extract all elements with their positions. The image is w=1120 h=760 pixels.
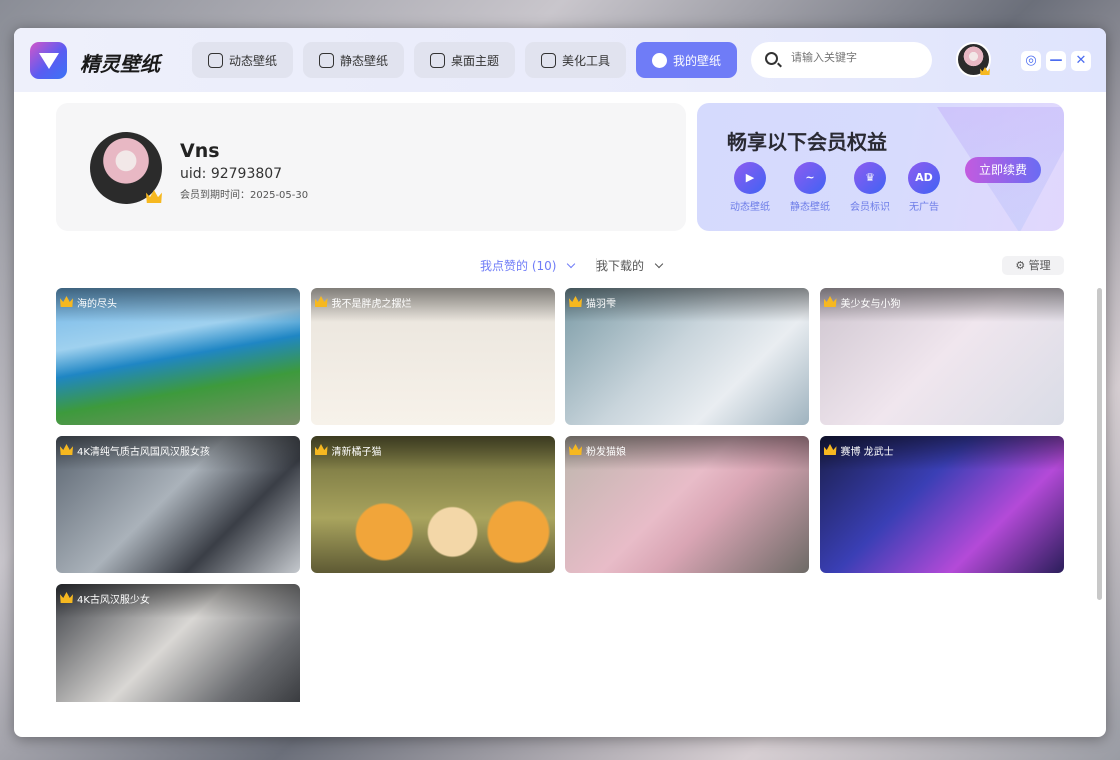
- perk-static: ~ 静态壁纸: [780, 162, 840, 213]
- renew-button[interactable]: 立即续费: [965, 157, 1041, 183]
- nav-label: 桌面主题: [450, 53, 499, 68]
- wallpaper-title: 猫羽雫: [586, 299, 616, 310]
- perk-label: 动态壁纸: [730, 202, 770, 213]
- wallpaper-card[interactable]: 4K清纯气质古风国风汉服女孩: [56, 436, 300, 573]
- smile-icon: [651, 52, 667, 68]
- tab-downloaded[interactable]: 我下载的: [596, 257, 664, 274]
- wallpaper-card[interactable]: 4K古风汉服少女: [56, 584, 300, 702]
- title-bar: 精灵壁纸 动态壁纸 静态壁纸 桌面主题 美化工具 我的壁纸 ◎ — ✕: [14, 28, 1106, 92]
- wallpaper-title-bar: 我不是胖虎之摆烂: [310, 288, 555, 322]
- close-button[interactable]: ✕: [1071, 51, 1091, 71]
- tab-label: 我下载的: [596, 259, 645, 273]
- no-ads-icon: AD: [908, 162, 940, 194]
- image-icon: [318, 52, 334, 68]
- wallpaper-title-bar: 美少女与小狗: [819, 288, 1064, 322]
- wallpaper-title-bar: 4K古风汉服少女: [56, 584, 300, 618]
- app-window: 精灵壁纸 动态壁纸 静态壁纸 桌面主题 美化工具 我的壁纸 ◎ — ✕ Vns …: [14, 28, 1106, 737]
- wallpaper-title: 美少女与小狗: [840, 299, 901, 310]
- wallpaper-card[interactable]: 赛博 龙武士: [819, 436, 1064, 573]
- perk-label: 无广告: [909, 202, 939, 213]
- user-name: Vns: [180, 140, 220, 162]
- profile-avatar: [90, 132, 162, 204]
- crown-icon: [60, 296, 73, 307]
- perk-label: 会员标识: [850, 202, 890, 213]
- search-box[interactable]: [751, 42, 932, 78]
- image-icon: ~: [794, 162, 826, 194]
- app-name: 精灵壁纸: [80, 52, 160, 76]
- wallpaper-card[interactable]: 我不是胖虎之摆烂: [310, 288, 555, 425]
- vip-title: 畅享以下会员权益: [727, 130, 887, 154]
- nav-static-wallpaper[interactable]: 静态壁纸: [303, 42, 404, 78]
- wallpaper-title-bar: 粉发猫娘: [565, 436, 809, 470]
- tab-label: 我点赞的 (10): [480, 259, 557, 273]
- nav-beautify-tools[interactable]: 美化工具: [525, 42, 626, 78]
- wallpaper-grid: 海的尽头 我不是胖虎之摆烂 猫羽雫 美少女与小狗 4K清纯气质古风国风汉服女孩 清新橘子猫…: [56, 288, 1066, 702]
- wallpaper-title: 清新橘子猫: [331, 447, 382, 458]
- nav-my-wallpaper[interactable]: 我的壁纸: [636, 42, 737, 78]
- user-uid: uid: 92793807: [180, 166, 283, 182]
- nav-desktop-theme[interactable]: 桌面主题: [414, 42, 515, 78]
- minimize-button[interactable]: —: [1046, 51, 1066, 71]
- wallpaper-card[interactable]: 美少女与小狗: [819, 288, 1064, 425]
- star-icon: [540, 52, 556, 68]
- crown-icon: [314, 296, 328, 307]
- wallpaper-title-bar: 海的尽头: [56, 288, 300, 322]
- nav-label: 美化工具: [561, 53, 610, 68]
- vip-benefits-card: 畅享以下会员权益 ▶ 动态壁纸 ~ 静态壁纸 ♛ 会员标识 AD 无广告 立即续费: [697, 103, 1064, 231]
- chevron-down-icon: [567, 259, 576, 269]
- crown-icon: ♛: [854, 162, 886, 194]
- crown-icon: [569, 444, 582, 455]
- search-icon: [765, 52, 778, 65]
- wallpaper-title: 赛博 龙武士: [840, 447, 894, 458]
- wallpaper-card[interactable]: 清新橘子猫: [310, 436, 555, 573]
- wallpaper-title: 我不是胖虎之摆烂: [331, 299, 412, 310]
- crown-icon: [823, 444, 837, 455]
- wallpaper-title: 海的尽头: [77, 299, 117, 310]
- crown-icon: [60, 444, 73, 455]
- wallpaper-title: 4K古风汉服少女: [77, 595, 150, 606]
- shirt-icon: [429, 52, 445, 68]
- crown-icon: [823, 296, 837, 307]
- video-icon: ▶: [734, 162, 766, 194]
- wallpaper-card[interactable]: 猫羽雫: [565, 288, 809, 425]
- wallpaper-title: 粉发猫娘: [586, 447, 626, 458]
- perk-badge: ♛ 会员标识: [840, 162, 900, 213]
- scrollbar[interactable]: [1097, 288, 1102, 600]
- wallpaper-card[interactable]: 海的尽头: [56, 288, 300, 425]
- settings-button[interactable]: ◎: [1021, 51, 1041, 71]
- tv-icon: [207, 52, 223, 68]
- crown-icon: [569, 296, 582, 307]
- membership-expiry: 会员到期时间：2025-05-30: [180, 190, 309, 201]
- chevron-down-icon: [654, 259, 664, 269]
- nav-label: 我的壁纸: [672, 53, 721, 68]
- nav-label: 动态壁纸: [228, 53, 277, 68]
- crown-icon: [314, 444, 328, 455]
- manage-button[interactable]: ⚙ 管理: [1002, 256, 1064, 275]
- wallpaper-title: 4K清纯气质古风国风汉服女孩: [77, 447, 210, 458]
- wallpaper-title-bar: 赛博 龙武士: [819, 436, 1064, 470]
- nav-label: 静态壁纸: [339, 53, 388, 68]
- wallpaper-title-bar: 清新橘子猫: [310, 436, 555, 470]
- wallpaper-title-bar: 4K清纯气质古风国风汉服女孩: [56, 436, 300, 470]
- tab-liked[interactable]: 我点赞的 (10): [480, 257, 576, 274]
- search-input[interactable]: [791, 51, 921, 64]
- app-logo: [30, 42, 67, 79]
- wallpaper-title-bar: 猫羽雫: [565, 288, 809, 322]
- perk-label: 静态壁纸: [790, 202, 830, 213]
- nav-dynamic-wallpaper[interactable]: 动态壁纸: [192, 42, 293, 78]
- profile-card: Vns uid: 92793807 会员到期时间：2025-05-30: [56, 103, 686, 231]
- perk-dynamic: ▶ 动态壁纸: [720, 162, 780, 213]
- crown-icon: [60, 592, 73, 603]
- wallpaper-card[interactable]: 粉发猫娘: [565, 436, 809, 573]
- perk-no-ads: AD 无广告: [894, 162, 954, 213]
